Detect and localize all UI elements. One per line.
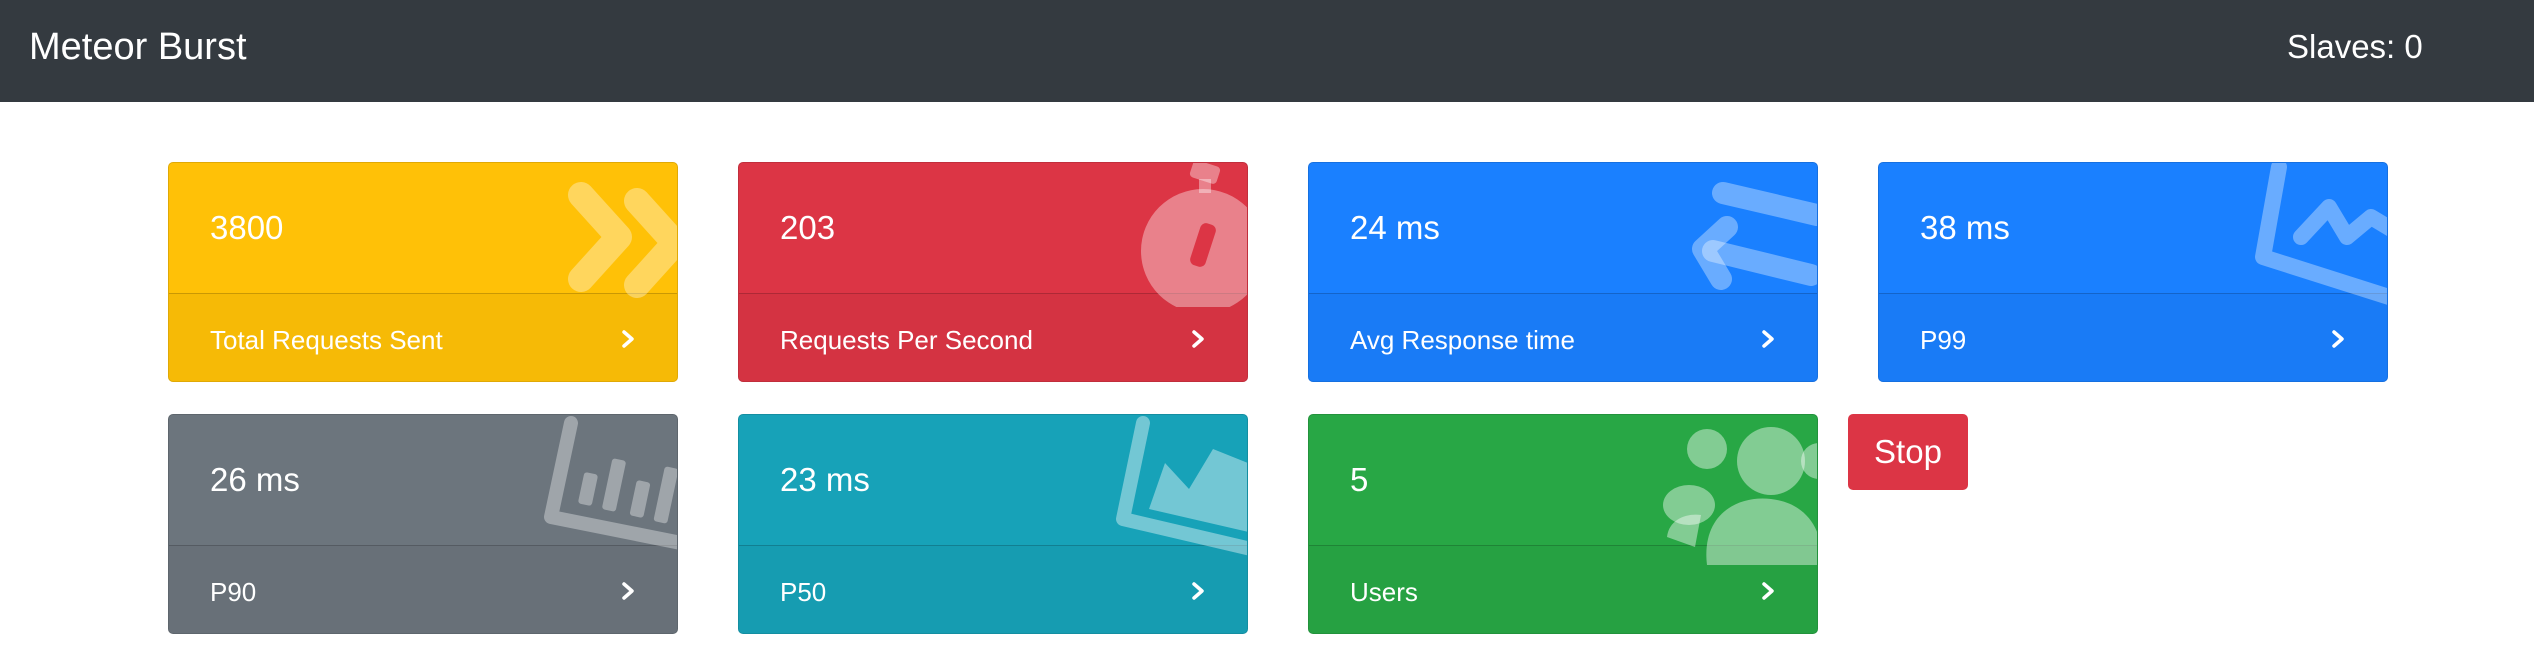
card-p99: 38 ms P99	[1878, 162, 2388, 382]
card-label: Requests Per Second	[780, 325, 1033, 355]
card-label: Users	[1350, 577, 1418, 607]
chevron-right-icon	[622, 582, 634, 600]
chevron-right-icon	[1762, 330, 1774, 348]
navbar: Meteor Burst Slaves: 0	[0, 0, 2534, 102]
card-avg-response-time: 24 ms Avg Response time	[1308, 162, 1818, 382]
stop-button[interactable]: Stop	[1848, 414, 1968, 490]
brand-title[interactable]: Meteor Burst	[29, 22, 247, 72]
card-requests-per-second: 203 Requests Per Second	[738, 162, 1248, 382]
chevron-right-icon	[1762, 582, 1774, 600]
chevron-right-icon	[2332, 330, 2344, 348]
card-value: 23 ms	[780, 461, 870, 498]
card-p90: 26 ms P90	[168, 414, 678, 634]
card-label: P90	[210, 577, 257, 607]
card-p50: 23 ms P50	[738, 414, 1248, 634]
card-label: Total Requests Sent	[210, 325, 443, 355]
chevron-right-icon	[1192, 582, 1204, 600]
card-users: 5 Users	[1308, 414, 1818, 634]
exchange-arrows-icon	[1692, 182, 1817, 290]
double-chevron-right-icon	[568, 182, 677, 298]
card-value: 38 ms	[1920, 209, 2010, 246]
card-label: P99	[1920, 325, 1967, 355]
card-value: 24 ms	[1350, 209, 1440, 246]
slaves-count: Slaves: 0	[2287, 28, 2423, 65]
area-chart-icon	[1116, 416, 1247, 556]
card-label: P50	[780, 577, 827, 607]
card-value: 3800	[210, 209, 284, 246]
users-icon	[1663, 427, 1817, 565]
card-label: Avg Response time	[1350, 325, 1575, 355]
bar-chart-icon	[544, 416, 677, 550]
card-total-requests: 3800 Total Requests Sent	[168, 162, 678, 382]
card-value: 5	[1350, 461, 1369, 498]
chevron-right-icon	[1192, 330, 1204, 348]
line-chart-icon	[2255, 163, 2387, 305]
card-value: 203	[780, 209, 836, 246]
chevron-right-icon	[622, 330, 634, 348]
stopwatch-icon	[1141, 163, 1247, 307]
card-value: 26 ms	[210, 461, 300, 498]
